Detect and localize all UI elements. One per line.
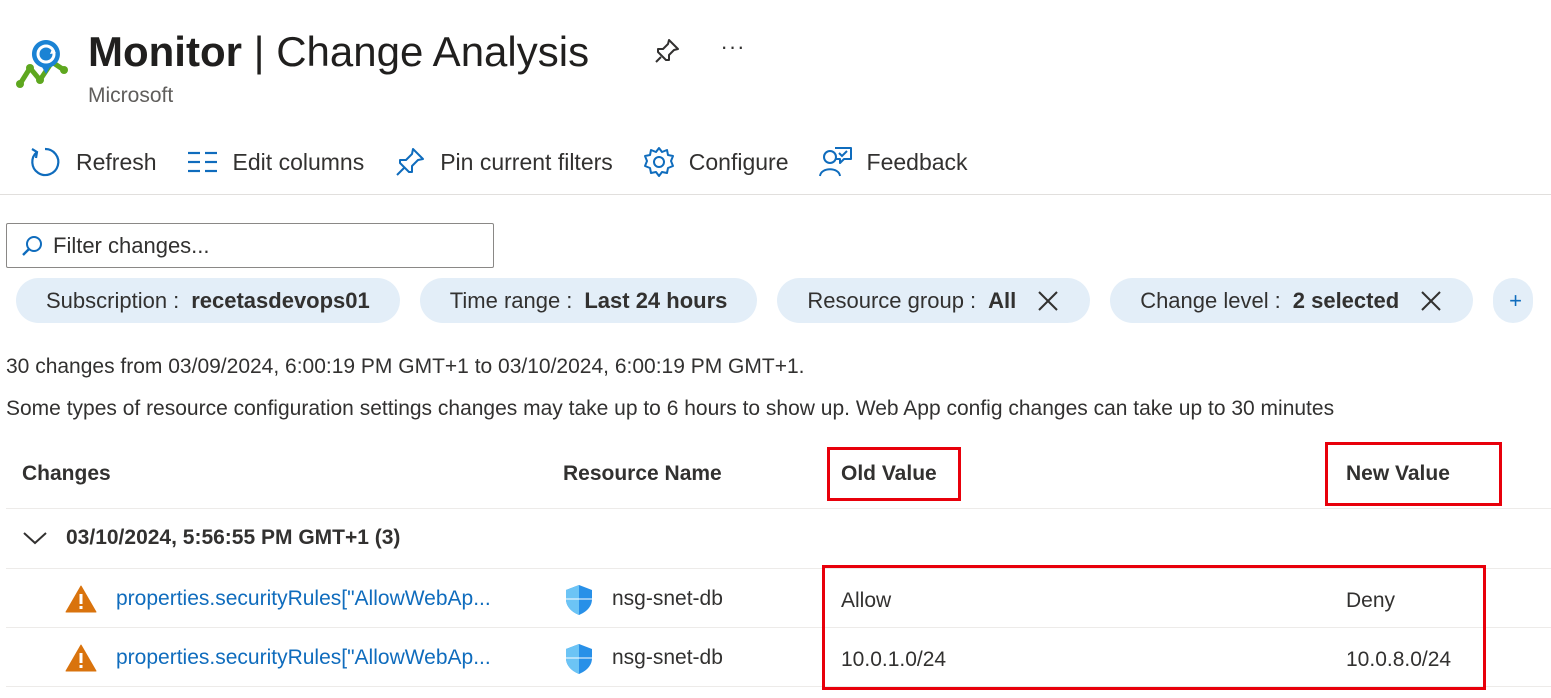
pill-key: Resource group (807, 287, 964, 313)
warning-icon (65, 585, 97, 613)
filter-pills: Subscription: recetasdevops01 Time range:… (16, 278, 1551, 323)
shield-icon (566, 644, 592, 674)
close-icon[interactable] (1036, 289, 1060, 313)
pill-subscription[interactable]: Subscription: recetasdevops01 (16, 278, 400, 323)
change-link[interactable]: properties.securityRules["AllowWebAp... (116, 587, 491, 611)
pill-key: Subscription (46, 287, 168, 313)
new-value-header-highlight (1325, 442, 1502, 506)
pill-value: 2 selected (1292, 287, 1400, 313)
feedback-label: Feedback (866, 148, 968, 175)
pin-icon (396, 148, 425, 176)
changes-summary: 30 changes from 03/09/2024, 6:00:19 PM G… (6, 355, 805, 378)
toolbar-divider (0, 194, 1551, 195)
edit-columns-button[interactable]: Edit columns (187, 148, 365, 176)
filter-changes-box[interactable] (6, 223, 494, 268)
warning-icon (65, 644, 97, 672)
filter-changes-input[interactable] (53, 232, 473, 259)
pill-key: Time range (449, 287, 561, 313)
feedback-button[interactable]: Feedback (818, 146, 968, 178)
configure-button[interactable]: Configure (643, 146, 789, 178)
refresh-button[interactable]: Refresh (28, 145, 157, 179)
column-header-changes[interactable]: Changes (22, 462, 111, 486)
pill-time-range[interactable]: Time range: Last 24 hours (419, 278, 758, 323)
refresh-label: Refresh (76, 148, 157, 175)
pin-icon[interactable] (652, 36, 688, 72)
command-bar: Refresh Edit columns Pin current filters… (28, 140, 998, 184)
pill-value: All (988, 287, 1017, 313)
columns-icon (187, 151, 217, 173)
close-icon[interactable] (1419, 289, 1443, 313)
pill-separator: : (1274, 287, 1281, 313)
pill-separator: : (969, 287, 977, 313)
old-value-header-highlight (827, 447, 961, 501)
changes-note: Some types of resource configuration set… (6, 397, 1335, 420)
group-label: 03/10/2024, 5:56:55 PM GMT+1 (3) (66, 526, 401, 549)
pill-separator: : (566, 287, 573, 313)
change-link[interactable]: properties.securityRules["AllowWebAp... (116, 646, 491, 670)
pill-value: Last 24 hours (584, 287, 728, 313)
pill-separator: : (173, 287, 180, 313)
page-subtitle: Microsoft (88, 84, 174, 107)
edit-columns-label: Edit columns (232, 148, 365, 175)
shield-icon (566, 585, 592, 615)
pin-filters-button[interactable]: Pin current filters (394, 146, 613, 178)
resource-name: nsg-snet-db (612, 587, 723, 610)
pin-filters-label: Pin current filters (440, 148, 613, 175)
pill-key: Change level (1140, 287, 1269, 313)
feedback-icon (818, 147, 852, 177)
change-analysis-icon (16, 38, 70, 94)
group-row[interactable]: 03/10/2024, 5:56:55 PM GMT+1 (3) (22, 526, 400, 550)
more-options-button[interactable]: ··· (715, 34, 751, 70)
search-icon (22, 235, 42, 256)
values-highlight (822, 565, 1486, 690)
column-header-resource-name[interactable]: Resource Name (563, 462, 722, 486)
add-filter-label: + (1509, 287, 1523, 313)
gear-icon (643, 147, 674, 177)
add-filter-button[interactable]: + (1493, 278, 1534, 323)
configure-label: Configure (688, 148, 789, 175)
pill-change-level[interactable]: Change level:2 selected (1110, 278, 1474, 323)
refresh-icon (31, 147, 60, 177)
pill-resource-group[interactable]: Resource group: All (777, 278, 1091, 323)
header-divider (6, 508, 1551, 509)
page-title: Monitor | Change Analysis (88, 28, 590, 75)
resource-name: nsg-snet-db (612, 646, 723, 669)
chevron-down-icon[interactable] (22, 530, 48, 546)
pill-value: recetasdevops01 (191, 287, 370, 313)
